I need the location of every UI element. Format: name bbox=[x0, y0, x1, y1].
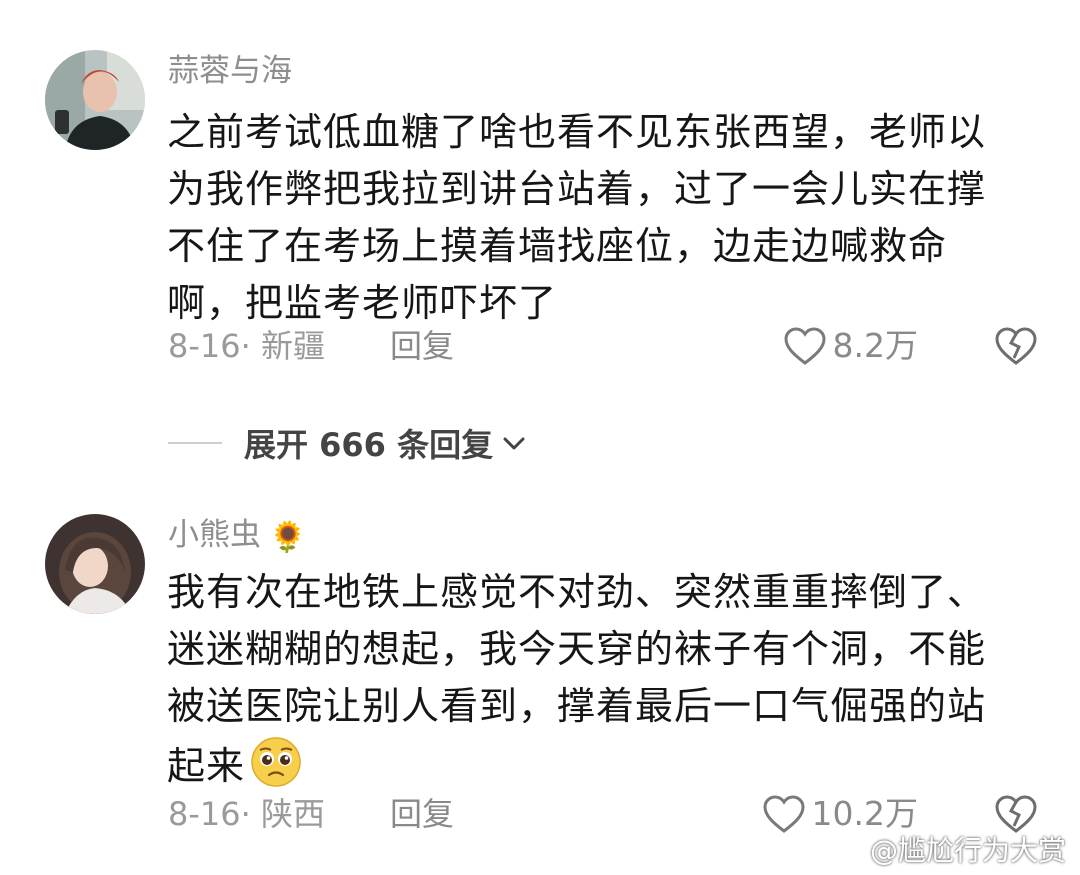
comment-text: 我有次在地铁上感觉不对劲、突然重重摔倒了、迷迷糊糊的想起，我今天穿的袜子有个洞，… bbox=[167, 564, 1017, 795]
reply-button[interactable]: 回复 bbox=[390, 789, 454, 839]
date-location: 8-16· 新疆 bbox=[168, 327, 325, 365]
user-photo-avatar-icon bbox=[45, 50, 145, 150]
pleading-face-emoji-icon bbox=[251, 737, 301, 787]
username-text: 蒜蓉与海 bbox=[168, 53, 292, 89]
heart-icon bbox=[784, 327, 826, 365]
chevron-down-icon bbox=[503, 437, 525, 450]
divider bbox=[168, 442, 222, 444]
reply-button[interactable]: 回复 bbox=[390, 321, 454, 371]
broken-heart-icon[interactable] bbox=[994, 326, 1038, 366]
broken-heart-icon[interactable] bbox=[994, 794, 1038, 834]
date-location: 8-16· 陕西 bbox=[168, 795, 325, 833]
username-text: 小熊虫 bbox=[168, 517, 261, 553]
heart-icon bbox=[763, 795, 805, 833]
expand-replies-button[interactable]: 展开 666 条回复 bbox=[168, 418, 529, 468]
weibo-icon bbox=[827, 837, 862, 865]
sunflower-icon: 🌻 bbox=[269, 520, 307, 555]
comment-text: 之前考试低血糖了啥也看不见东张西望，老师以为我作弊把我拉到讲台站着，过了一会儿实… bbox=[167, 110, 987, 325]
watermark: @尴尬行为大赏 bbox=[826, 829, 1066, 869]
avatar[interactable] bbox=[45, 50, 145, 150]
avatar[interactable] bbox=[45, 514, 145, 614]
user-photo-avatar-icon bbox=[45, 514, 145, 614]
comment-meta: 8-16· 新疆 回复 8.2万 bbox=[168, 321, 1038, 371]
username[interactable]: 小熊虫 🌻 bbox=[168, 512, 306, 561]
watermark-text: @尴尬行为大赏 bbox=[869, 834, 1066, 867]
expand-replies-label: 展开 666 条回复 bbox=[244, 426, 494, 464]
like-button[interactable]: 8.2万 bbox=[783, 321, 918, 371]
username[interactable]: 蒜蓉与海 bbox=[168, 48, 292, 94]
like-count: 8.2万 bbox=[832, 326, 918, 365]
